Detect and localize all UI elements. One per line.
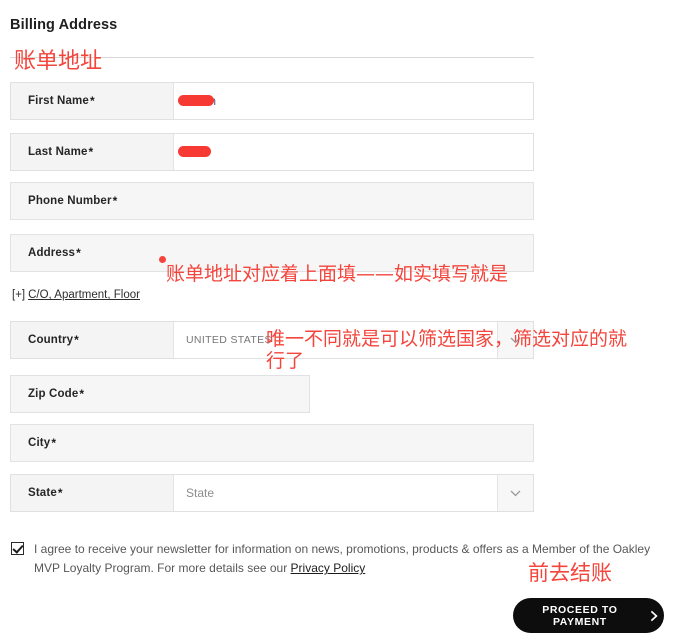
chevron-down-icon — [510, 337, 521, 343]
chevron-down-icon — [510, 490, 521, 496]
field-input-address[interactable] — [174, 235, 533, 271]
field-label-text: Zip Code — [28, 388, 79, 400]
field-phone-number[interactable]: Phone Number * — [10, 182, 534, 220]
field-label-last-name: Last Name * — [11, 134, 174, 170]
field-label-text: Country — [28, 334, 74, 346]
redaction-mark-last-name — [178, 146, 211, 157]
newsletter-consent-text: I agree to receive your newsletter for i… — [34, 540, 659, 579]
proceed-to-payment-label: PROCEED TO PAYMENT — [542, 603, 618, 628]
field-label-country: Country * — [11, 322, 174, 358]
field-input-zip-code[interactable] — [174, 376, 309, 412]
field-input-country[interactable]: UNITED STATES — [174, 322, 497, 358]
field-input-first-name[interactable]: n — [174, 83, 533, 119]
annotation-billing-address: 账单地址 — [14, 49, 103, 74]
field-label-text: State — [28, 487, 57, 499]
field-label-zip-code: Zip Code * — [28, 387, 85, 401]
field-zip-code[interactable]: Zip Code * — [10, 375, 310, 413]
state-dropdown-toggle[interactable] — [497, 475, 533, 511]
chevron-right-icon — [650, 610, 658, 621]
field-city[interactable]: City * — [10, 424, 534, 462]
field-label-text: First Name — [28, 95, 89, 107]
field-label-text: Phone Number — [28, 195, 112, 207]
field-address[interactable]: Address * — [10, 234, 534, 272]
field-last-name[interactable]: Last Name * — [10, 133, 534, 171]
field-label-first-name: First Name * — [11, 83, 174, 119]
field-input-phone-number[interactable] — [174, 183, 533, 219]
title-divider — [10, 57, 534, 58]
country-dropdown-toggle[interactable] — [497, 322, 533, 358]
field-state[interactable]: State * State — [10, 474, 534, 512]
page-title: Billing Address — [10, 17, 118, 33]
expand-link-label[interactable]: C/O, Apartment, Floor — [28, 289, 140, 301]
field-label-address: Address * — [28, 246, 81, 260]
field-label-text: Last Name — [28, 146, 88, 158]
field-label-phone-number: Phone Number * — [28, 194, 118, 208]
expand-co-apartment-floor-link[interactable]: [+] C/O, Apartment, Floor — [12, 289, 140, 301]
field-input-city[interactable] — [174, 425, 533, 461]
field-input-last-name[interactable] — [174, 134, 533, 170]
field-label-text: Address — [28, 247, 76, 259]
state-placeholder: State — [186, 486, 215, 500]
privacy-policy-link[interactable]: Privacy Policy — [291, 561, 366, 575]
redaction-mark-first-name — [178, 95, 214, 106]
newsletter-consent-row: I agree to receive your newsletter for i… — [11, 540, 661, 579]
field-label-state: State * — [11, 475, 174, 511]
field-first-name[interactable]: First Name* n — [10, 82, 534, 120]
expand-plus-icon: [+] — [12, 289, 26, 301]
proceed-to-payment-button[interactable]: PROCEED TO PAYMENT — [513, 598, 664, 633]
annotation-dot-icon — [159, 256, 166, 263]
field-label-text: City — [28, 437, 51, 449]
field-country[interactable]: Country * UNITED STATES — [10, 321, 534, 359]
field-label-city: City * — [28, 436, 57, 450]
newsletter-checkbox[interactable] — [11, 542, 24, 555]
field-input-state[interactable]: State — [174, 475, 497, 511]
